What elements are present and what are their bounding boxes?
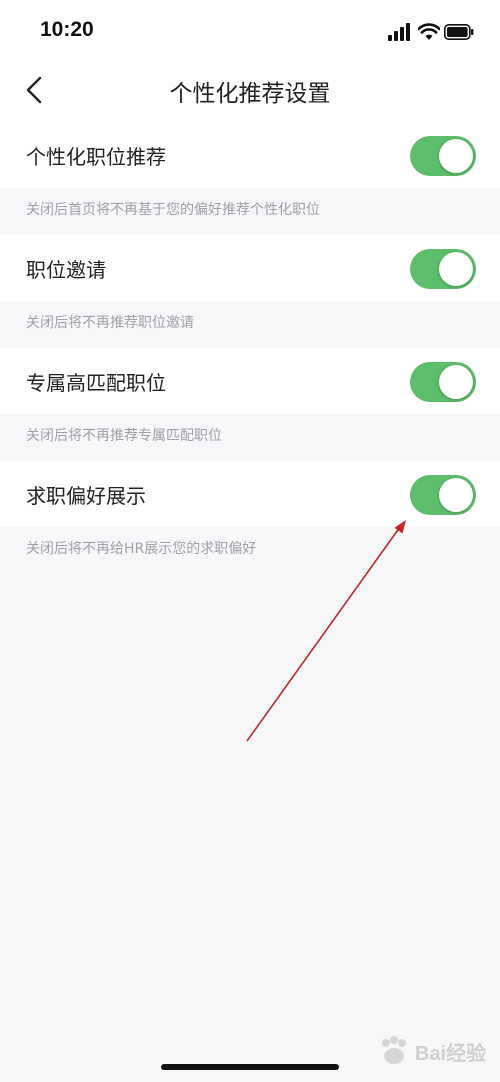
signal-icon xyxy=(388,23,410,41)
watermark-text: Bai经验 xyxy=(414,1042,486,1065)
setting-label: 个性化职位推荐 xyxy=(26,145,166,169)
setting-row-job-invitation: 职位邀请 xyxy=(0,235,500,301)
toggle-personalized-jobs[interactable] xyxy=(410,136,476,176)
paw-icon xyxy=(381,1036,406,1064)
setting-row-high-match-jobs: 专属高匹配职位 xyxy=(0,348,500,414)
setting-hint: 关闭后将不再给HR展示您的求职偏好 xyxy=(26,541,257,557)
toggle-preference-display[interactable] xyxy=(410,475,476,515)
setting-row-personalized-jobs: 个性化职位推荐 xyxy=(0,122,500,188)
setting-hint: 关闭后将不再推荐职位邀请 xyxy=(26,315,194,331)
toggle-job-invitation[interactable] xyxy=(410,249,476,289)
nav-bar: 个性化推荐设置 xyxy=(0,62,500,122)
setting-hint: 关闭后将不再推荐专属匹配职位 xyxy=(26,428,222,444)
toggle-knob xyxy=(439,252,473,286)
status-bar: 10:20 xyxy=(0,0,500,62)
status-time: 10:20 xyxy=(40,18,94,41)
setting-label: 专属高匹配职位 xyxy=(26,371,166,395)
battery-icon xyxy=(444,24,474,40)
setting-row-preference-display: 求职偏好展示 xyxy=(0,461,500,527)
home-indicator[interactable] xyxy=(161,1064,339,1070)
toggle-knob xyxy=(439,139,473,173)
toggle-high-match-jobs[interactable] xyxy=(410,362,476,402)
watermark: Bai经验 xyxy=(377,1026,486,1076)
page-title: 个性化推荐设置 xyxy=(169,81,331,107)
setting-label: 求职偏好展示 xyxy=(26,484,146,508)
wifi-icon xyxy=(418,23,440,40)
toggle-knob xyxy=(439,365,473,399)
setting-hint: 关闭后首页将不再基于您的偏好推荐个性化职位 xyxy=(26,202,320,218)
toggle-knob xyxy=(439,478,473,512)
setting-label: 职位邀请 xyxy=(26,258,106,282)
